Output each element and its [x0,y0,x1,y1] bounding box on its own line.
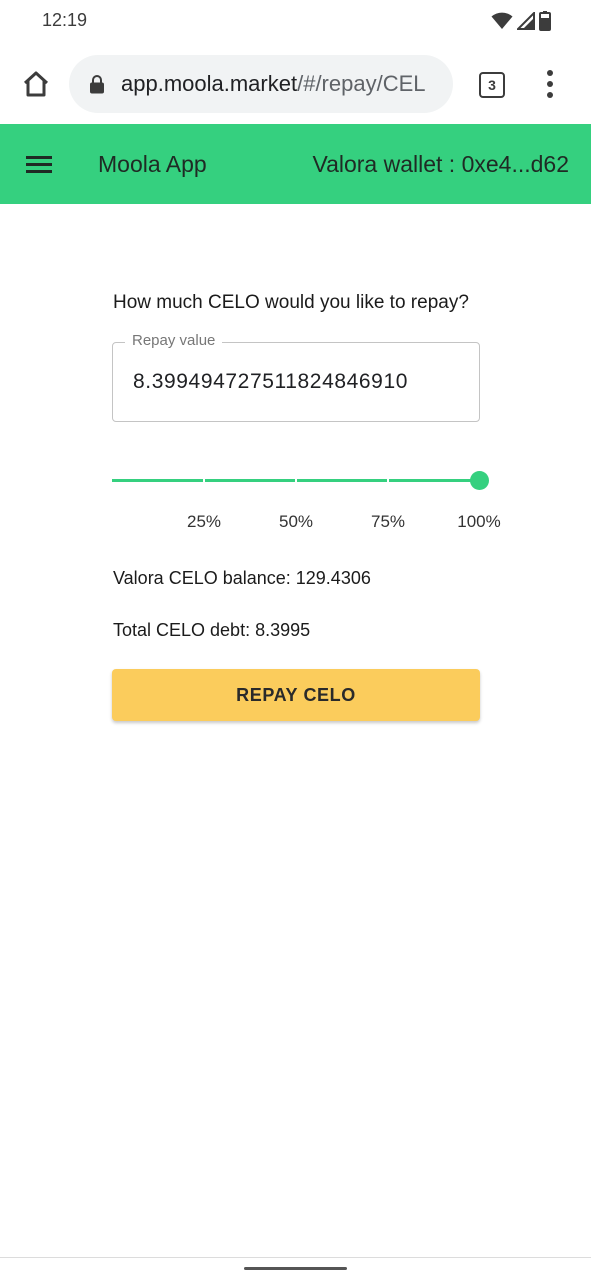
repay-value-label: Repay value [125,332,223,349]
url-domain: app.moola.market [121,71,298,96]
status-bar: 12:19 [0,0,591,44]
url-text: app.moola.market/#/repay/CEL [121,71,426,97]
hamburger-menu-button[interactable] [26,156,52,174]
wallet-address: Valora wallet : 0xe4...d62 [312,151,569,177]
status-icons [491,11,551,31]
repay-percent-slider[interactable] [112,470,489,492]
menu-dot-icon [547,92,553,98]
hamburger-line [26,163,52,166]
celo-debt: Total CELO debt: 8.3995 [113,620,311,640]
lock-icon [90,75,104,94]
repay-value-input[interactable]: 8.399494727511824846910 [133,370,408,394]
gesture-handle[interactable] [244,1267,347,1270]
home-button[interactable] [20,68,52,100]
slider-mark [203,479,205,482]
slider-label-100[interactable]: 100% [457,512,500,532]
repay-celo-button[interactable]: REPAY CELO [112,669,480,721]
slider-thumb[interactable] [470,471,489,490]
hamburger-line [26,156,52,159]
slider-mark [295,479,297,482]
slider-mark [387,479,389,482]
nav-divider [0,1257,591,1258]
moola-repay-page: 12:19 app.moola.market/#/repay/CEL 3 Moo… [0,0,591,1280]
url-path: /#/repay/CEL [297,71,426,96]
menu-dot-icon [547,81,553,87]
app-header: Moola App Valora wallet : 0xe4...d62 [0,124,591,204]
status-time: 12:19 [42,10,88,30]
repay-question: How much CELO would you like to repay? [113,292,469,313]
repay-value-field[interactable]: Repay value 8.399494727511824846910 [112,332,480,422]
slider-label-25[interactable]: 25% [187,512,221,532]
slider-label-50[interactable]: 50% [279,512,313,532]
cell-signal-icon [517,12,535,30]
app-title: Moola App [98,151,207,177]
menu-dot-icon [547,70,553,76]
home-icon [23,71,49,97]
wifi-icon [491,12,513,29]
browser-toolbar: app.moola.market/#/repay/CEL 3 [0,44,591,124]
address-bar[interactable]: app.moola.market/#/repay/CEL [69,55,453,113]
battery-icon [539,11,551,31]
hamburger-line [26,170,52,173]
celo-balance: Valora CELO balance: 129.4306 [113,568,371,588]
slider-label-75[interactable]: 75% [371,512,405,532]
tab-switcher-button[interactable]: 3 [479,72,505,98]
browser-menu-button[interactable] [540,70,560,100]
